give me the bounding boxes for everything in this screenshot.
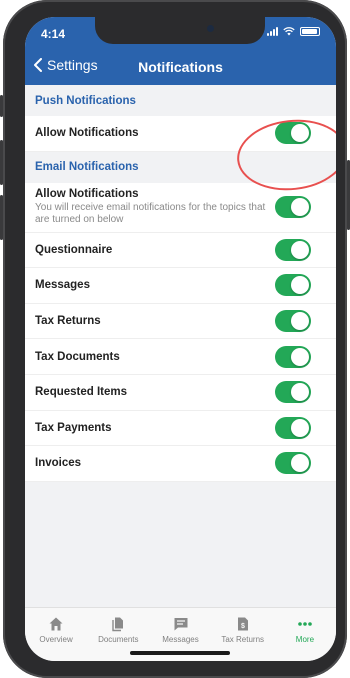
tab-overview[interactable]: Overview (25, 608, 87, 661)
requested-items-toggle[interactable] (275, 381, 311, 404)
status-time: 4:14 (41, 27, 66, 41)
battery-icon (300, 27, 320, 36)
phone-frame: 4:14 Settings Notifications Push Notific… (0, 0, 350, 678)
signal-icon (267, 27, 278, 36)
documents-icon (112, 617, 124, 632)
chevron-left-icon (34, 58, 42, 72)
camera (207, 25, 214, 32)
email-item-label: Invoices (35, 457, 82, 470)
email-item-label: Requested Items (35, 386, 128, 399)
toggle-knob (291, 198, 309, 217)
status-icons (267, 27, 320, 36)
tab-label: Documents (98, 635, 139, 644)
toggle-knob (291, 454, 309, 473)
screen: 4:14 Settings Notifications Push Notific… (25, 17, 336, 661)
volume-up-button (0, 140, 3, 185)
toggle-knob (291, 418, 309, 437)
email-item-tax-payments: Tax Payments (25, 410, 336, 447)
push-section-header: Push Notifications (25, 85, 336, 116)
tab-label: Messages (162, 635, 199, 644)
email-item-label: Tax Returns (35, 315, 101, 328)
email-item-label: Messages (35, 279, 90, 292)
home-icon (49, 617, 63, 631)
toggle-knob (291, 347, 309, 366)
email-item-requested-items: Requested Items (25, 374, 336, 411)
push-allow-label: Allow Notifications (35, 127, 139, 140)
wifi-icon (283, 27, 295, 36)
mute-switch (0, 95, 3, 117)
tax-returns-toggle[interactable] (275, 310, 311, 333)
home-indicator (130, 651, 230, 655)
tab-label: Tax Returns (221, 635, 265, 644)
toggle-knob (291, 312, 309, 331)
message-icon (174, 618, 187, 631)
tab-more[interactable]: More (274, 608, 336, 661)
email-allow-toggle[interactable] (275, 196, 311, 219)
email-allow-label: Allow Notifications (35, 188, 139, 201)
svg-text:$: $ (241, 623, 245, 630)
tab-label: More (295, 635, 315, 644)
email-item-label: Questionnaire (35, 243, 113, 256)
invoices-toggle[interactable] (275, 452, 311, 475)
email-item-messages: Messages (25, 268, 336, 304)
email-item-invoices: Invoices (25, 446, 336, 482)
toggle-knob (291, 240, 309, 259)
toggle-knob (291, 276, 309, 295)
email-item-label: Tax Payments (35, 421, 112, 434)
messages-toggle[interactable] (275, 274, 311, 297)
email-item-questionnaire: Questionnaire (25, 232, 336, 269)
email-allow-description: You will receive email notifications for… (35, 202, 266, 226)
questionnaire-toggle[interactable] (275, 238, 311, 261)
tax-documents-toggle[interactable] (275, 345, 311, 368)
email-item-tax-documents: Tax Documents (25, 339, 336, 375)
email-item-label: Tax Documents (35, 350, 120, 363)
email-item-tax-returns: Tax Returns (25, 303, 336, 340)
notch (95, 17, 265, 44)
back-label: Settings (47, 57, 98, 73)
tab-label: Overview (39, 635, 73, 644)
back-button[interactable]: Settings (33, 57, 98, 73)
volume-down-button (0, 195, 3, 240)
tax-return-icon: $ (237, 617, 248, 631)
tax-payments-toggle[interactable] (275, 416, 311, 439)
toggle-knob (291, 383, 309, 402)
more-icon (298, 622, 312, 626)
